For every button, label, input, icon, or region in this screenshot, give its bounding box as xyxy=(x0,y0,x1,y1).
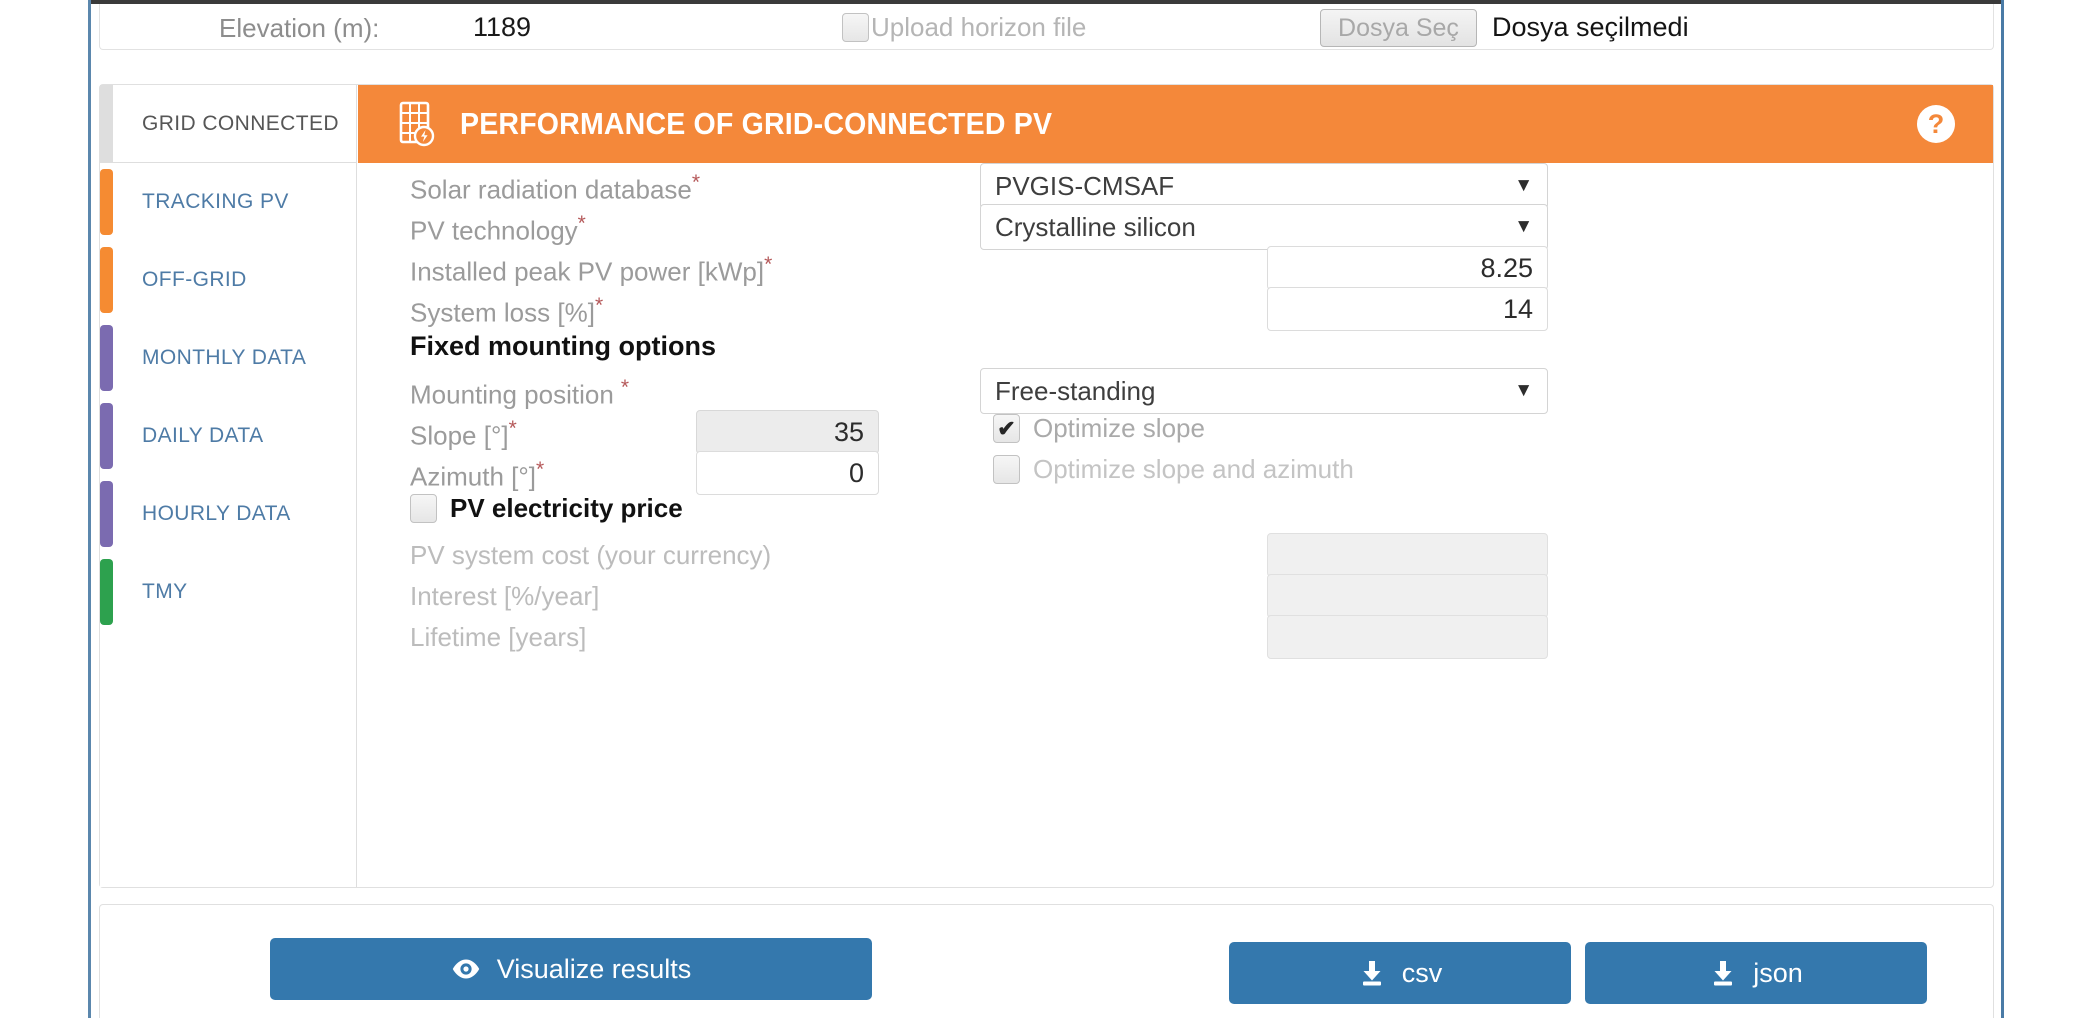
file-status-text: Dosya seçilmedi xyxy=(1492,12,1689,42)
pvgis-page: Elevation (m): 1189 Upload horizon file … xyxy=(0,0,2098,1018)
tab-accent-bar xyxy=(100,325,113,391)
system-loss-input[interactable]: 14 xyxy=(1267,287,1548,331)
sidebar-item-grid-connected[interactable]: GRID CONNECTED xyxy=(100,85,356,163)
sidebar-item-label: OFF-GRID xyxy=(142,268,247,291)
sidebar-item-daily-data[interactable]: DAILY DATA xyxy=(100,397,356,475)
download-json-label: json xyxy=(1753,957,1803,988)
sidebar-item-hourly-data[interactable]: HOURLY DATA xyxy=(100,475,356,553)
pv-electricity-price-group[interactable]: PV electricity price xyxy=(410,493,683,524)
upload-horizon-label: Upload horizon file xyxy=(871,12,1087,42)
optimize-slope-azimuth-label: Optimize slope and azimuth xyxy=(1033,454,1354,484)
sidebar-item-tmy[interactable]: TMY xyxy=(100,553,356,631)
sidebar-item-label: GRID CONNECTED xyxy=(142,111,339,135)
slope-input[interactable]: 35 xyxy=(696,410,879,454)
optimize-slope-group[interactable]: Optimize slope xyxy=(993,413,1205,444)
pv-electricity-price-checkbox[interactable] xyxy=(410,494,437,523)
tool-sidebar: GRID CONNECTED TRACKING PV OFF-GRID MONT… xyxy=(100,85,357,887)
elevation-value: 1189 xyxy=(473,12,532,42)
peak-power-input[interactable]: 8.25 xyxy=(1267,246,1548,290)
solar-database-select[interactable]: PVGIS-CMSAF ▼ xyxy=(980,163,1548,209)
optimize-slope-azimuth-group[interactable]: Optimize slope and azimuth xyxy=(993,454,1354,485)
tab-accent-bar xyxy=(100,559,113,625)
slope-label: Slope [°]* xyxy=(410,417,517,451)
sidebar-item-label: TMY xyxy=(142,580,188,603)
mounting-position-select[interactable]: Free-standing ▼ xyxy=(980,368,1548,414)
system-cost-input[interactable] xyxy=(1267,533,1548,577)
download-icon xyxy=(1709,959,1737,987)
tab-accent-bar xyxy=(100,247,113,313)
tab-accent-bar xyxy=(100,169,113,235)
optimize-slope-checkbox[interactable] xyxy=(993,414,1020,443)
solar-database-value: PVGIS-CMSAF xyxy=(995,170,1175,201)
pv-technology-label: PV technology* xyxy=(410,212,586,246)
sidebar-item-label: TRACKING PV xyxy=(142,190,289,213)
choose-file-button[interactable]: Dosya Seç xyxy=(1320,9,1477,47)
pv-technology-value: Crystalline silicon xyxy=(995,211,1196,242)
download-csv-button[interactable]: csv xyxy=(1229,942,1571,1004)
sidebar-item-label: DAILY DATA xyxy=(142,424,264,447)
mounting-position-value: Free-standing xyxy=(995,375,1156,406)
visualize-results-button[interactable]: Visualize results xyxy=(270,938,872,1000)
azimuth-label: Azimuth [°]* xyxy=(410,458,545,492)
chevron-down-icon: ▼ xyxy=(1514,380,1533,401)
sidebar-item-label: MONTHLY DATA xyxy=(142,346,307,369)
interest-input[interactable] xyxy=(1267,574,1548,618)
upload-horizon-checkbox[interactable] xyxy=(842,13,869,42)
pv-electricity-price-label: PV electricity price xyxy=(450,493,683,523)
field-row-lifetime: Lifetime [years] xyxy=(358,614,1993,668)
solar-panel-icon xyxy=(398,101,438,147)
lifetime-label: Lifetime [years] xyxy=(410,622,587,652)
peak-power-label: Installed peak PV power [kWp]* xyxy=(410,253,773,287)
tab-accent-bar xyxy=(100,481,113,547)
upload-horizon-group[interactable]: Upload horizon file xyxy=(842,12,1086,43)
sidebar-item-label: HOURLY DATA xyxy=(142,502,291,525)
elevation-label: Elevation (m): xyxy=(219,13,380,43)
lifetime-input[interactable] xyxy=(1267,615,1548,659)
location-card: Elevation (m): 1189 Upload horizon file … xyxy=(99,4,1994,50)
chevron-down-icon: ▼ xyxy=(1514,216,1533,237)
page-border-right xyxy=(2001,0,2004,1018)
pv-performance-card: GRID CONNECTED TRACKING PV OFF-GRID MONT… xyxy=(99,84,1994,888)
visualize-results-label: Visualize results xyxy=(496,953,692,984)
download-csv-label: csv xyxy=(1401,957,1443,988)
optimize-slope-label: Optimize slope xyxy=(1033,413,1205,443)
solar-database-label: Solar radiation database* xyxy=(410,171,701,205)
pv-form: Solar radiation database* PVGIS-CMSAF ▼ … xyxy=(358,163,1993,887)
interest-label: Interest [%/year] xyxy=(410,581,600,611)
optimize-slope-azimuth-checkbox[interactable] xyxy=(993,455,1020,484)
sidebar-item-tracking-pv[interactable]: TRACKING PV xyxy=(100,163,356,241)
download-json-button[interactable]: json xyxy=(1585,942,1927,1004)
tab-accent-bar xyxy=(100,85,113,162)
eye-icon xyxy=(451,958,481,980)
tab-accent-bar xyxy=(100,403,113,469)
sidebar-item-off-grid[interactable]: OFF-GRID xyxy=(100,241,356,319)
actions-card: Visualize results csv json xyxy=(99,904,1994,1018)
help-icon[interactable]: ? xyxy=(1917,105,1955,143)
fixed-mounting-heading: Fixed mounting options xyxy=(410,331,716,361)
download-icon xyxy=(1358,959,1386,987)
system-cost-label: PV system cost (your currency) xyxy=(410,540,772,570)
page-border-left xyxy=(88,0,91,1018)
mounting-position-label: Mounting position * xyxy=(410,376,629,410)
system-loss-label: System loss [%]* xyxy=(410,294,604,328)
sidebar-item-monthly-data[interactable]: MONTHLY DATA xyxy=(100,319,356,397)
azimuth-input[interactable]: 0 xyxy=(696,451,879,495)
chevron-down-icon: ▼ xyxy=(1514,175,1533,196)
page-title: PERFORMANCE OF GRID-CONNECTED PV xyxy=(460,106,1053,141)
pv-technology-select[interactable]: Crystalline silicon ▼ xyxy=(980,204,1548,250)
panel-header: PERFORMANCE OF GRID-CONNECTED PV ? xyxy=(358,85,1993,163)
